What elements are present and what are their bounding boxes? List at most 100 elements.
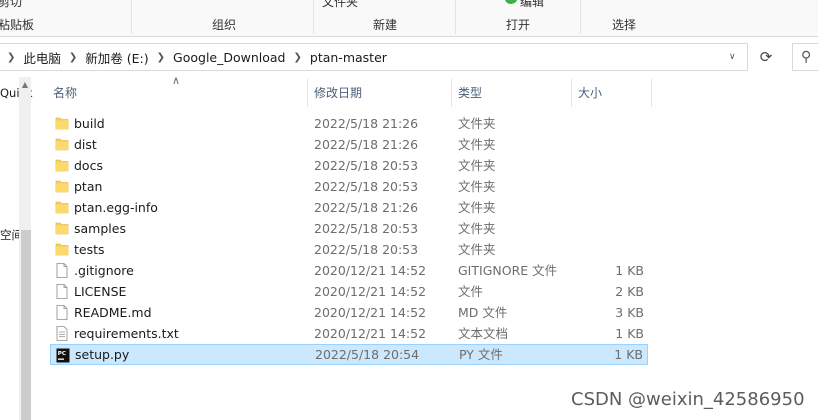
file-size: 2 KB: [615, 284, 644, 299]
file-modified-date: 2022/5/18 20:53: [314, 242, 419, 257]
file-row[interactable]: LICENSE 2020/12/21 14:52 文件 2 KB: [50, 281, 648, 302]
nav-scrollbar-thumb[interactable]: [21, 230, 31, 420]
file-name: ptan.egg-info: [74, 200, 158, 215]
file-row[interactable]: docs 2022/5/18 20:53 文件夹: [50, 155, 648, 176]
file-type: 文件夹: [458, 221, 496, 236]
file-type: 文件夹: [458, 137, 496, 152]
file-name: samples: [74, 221, 126, 236]
file-row[interactable]: ptan.egg-info 2022/5/18 21:26 文件夹: [50, 197, 648, 218]
file-modified-date: 2022/5/18 20:54: [315, 347, 420, 362]
file-row[interactable]: .gitignore 2020/12/21 14:52 GITIGNORE 文件 1 …: [50, 260, 648, 281]
file-type: 文件: [458, 284, 484, 299]
file-name: LICENSE: [74, 284, 127, 299]
file-name: tests: [74, 242, 105, 257]
file-type: 文本文档: [458, 326, 509, 341]
ribbon: 剪切 文件夹 编辑 粘贴板 组织 新建 打开 选择: [0, 0, 818, 37]
file-type: 文件夹: [458, 242, 496, 257]
folder-icon: [55, 180, 69, 193]
file-name: docs: [74, 158, 103, 173]
ribbon-cut-label[interactable]: 剪切: [0, 0, 22, 10]
breadcrumb-chevron-icon[interactable]: ❯: [7, 52, 15, 63]
breadcrumb-chevron-icon[interactable]: ❯: [294, 52, 302, 63]
file-modified-date: 2020/12/21 14:52: [314, 284, 427, 299]
search-input[interactable]: ⚲: [792, 43, 818, 71]
folder-icon: [55, 117, 69, 130]
file-modified-date: 2020/12/21 14:52: [314, 326, 427, 341]
refresh-icon: ⟳: [759, 48, 773, 66]
file-icon: [56, 263, 68, 278]
folder-icon: [55, 159, 69, 172]
file-icon: [56, 305, 68, 320]
breadcrumb-chevron-icon[interactable]: ❯: [69, 52, 77, 63]
search-icon: ⚲: [801, 49, 812, 65]
ribbon-group-open: 打开: [506, 18, 531, 32]
column-divider[interactable]: [571, 79, 572, 107]
ribbon-group-clipboard: 粘贴板: [0, 18, 35, 32]
watermark: CSDN @weixin_42586950: [571, 389, 805, 410]
file-modified-date: 2020/12/21 14:52: [314, 263, 427, 278]
ribbon-separator: [313, 0, 314, 34]
folder-icon: [55, 138, 69, 151]
file-name: README.md: [74, 305, 152, 320]
column-divider[interactable]: [307, 79, 308, 107]
file-row[interactable]: samples 2022/5/18 20:53 文件夹: [50, 218, 648, 239]
file-row[interactable]: build 2022/5/18 21:26 文件夹: [50, 113, 648, 134]
file-size: 1 KB: [615, 326, 644, 341]
folder-icon: [55, 201, 69, 214]
column-divider[interactable]: [451, 79, 452, 107]
file-row[interactable]: requirements.txt 2020/12/21 14:52 文本文档 1 KB: [50, 323, 648, 344]
column-header-size[interactable]: 大小: [578, 79, 602, 107]
column-header-type[interactable]: 类型: [458, 79, 482, 107]
column-divider[interactable]: [651, 79, 652, 107]
file-type: 文件夹: [458, 179, 496, 194]
pycharm-icon: PC: [56, 348, 70, 363]
ribbon-group-select: 选择: [612, 18, 637, 32]
ribbon-edit-label[interactable]: 编辑: [520, 0, 544, 10]
file-type: MD 文件: [458, 305, 508, 320]
file-size: 1 KB: [614, 347, 643, 362]
file-name: .gitignore: [74, 263, 134, 278]
sort-ascending-icon: ∧: [172, 74, 181, 87]
file-modified-date: 2022/5/18 21:26: [314, 116, 419, 131]
breadcrumb-google-download[interactable]: Google_Download: [173, 50, 285, 65]
breadcrumb-ptan-master[interactable]: ptan-master: [310, 50, 387, 65]
file-name: setup.py: [75, 347, 130, 362]
address-row: ❯ 此电脑 ❯ 新加卷 (E:) ❯ Google_Download ❯ pta…: [0, 37, 818, 77]
file-modified-date: 2022/5/18 20:53: [314, 158, 419, 173]
file-name: dist: [74, 137, 97, 152]
file-type: PY 文件: [459, 347, 503, 362]
breadcrumb-drive-e[interactable]: 新加卷 (E:): [85, 48, 148, 67]
column-header-date[interactable]: 修改日期: [314, 79, 362, 107]
ribbon-separator: [131, 0, 132, 34]
folder-icon: [55, 243, 69, 256]
file-modified-date: 2020/12/21 14:52: [314, 305, 427, 320]
breadcrumb-chevron-icon[interactable]: ❯: [157, 52, 165, 63]
address-history-dropdown-icon[interactable]: ∨: [729, 52, 736, 62]
file-row[interactable]: README.md 2020/12/21 14:52 MD 文件 3 KB: [50, 302, 648, 323]
file-type: 文件夹: [458, 200, 496, 215]
file-modified-date: 2022/5/18 20:53: [314, 179, 419, 194]
edit-icon[interactable]: [505, 0, 517, 4]
file-name: build: [74, 116, 105, 131]
file-name: ptan: [74, 179, 103, 194]
scroll-up-icon[interactable]: ▲: [19, 79, 31, 91]
file-size: 3 KB: [615, 305, 644, 320]
file-type: 文件夹: [458, 158, 496, 173]
ribbon-new-folder-label[interactable]: 文件夹: [322, 0, 358, 10]
file-modified-date: 2022/5/18 21:26: [314, 137, 419, 152]
ribbon-separator: [580, 0, 581, 34]
ribbon-separator: [455, 0, 456, 34]
file-name: requirements.txt: [74, 326, 179, 341]
column-header-name[interactable]: 名称: [53, 79, 77, 107]
address-bar[interactable]: ❯ 此电脑 ❯ 新加卷 (E:) ❯ Google_Download ❯ pta…: [0, 43, 748, 71]
file-modified-date: 2022/5/18 21:26: [314, 200, 419, 215]
file-row[interactable]: dist 2022/5/18 21:26 文件夹: [50, 134, 648, 155]
file-row[interactable]: tests 2022/5/18 20:53 文件夹: [50, 239, 648, 260]
text-file-icon: [56, 326, 68, 341]
file-row[interactable]: PC setup.py 2022/5/18 20:54 PY 文件 1 KB: [50, 344, 648, 365]
ribbon-group-organize: 组织: [212, 18, 237, 32]
file-modified-date: 2022/5/18 20:53: [314, 221, 419, 236]
file-row[interactable]: ptan 2022/5/18 20:53 文件夹: [50, 176, 648, 197]
breadcrumb-this-pc[interactable]: 此电脑: [23, 48, 61, 67]
refresh-button[interactable]: ⟳: [752, 43, 780, 71]
